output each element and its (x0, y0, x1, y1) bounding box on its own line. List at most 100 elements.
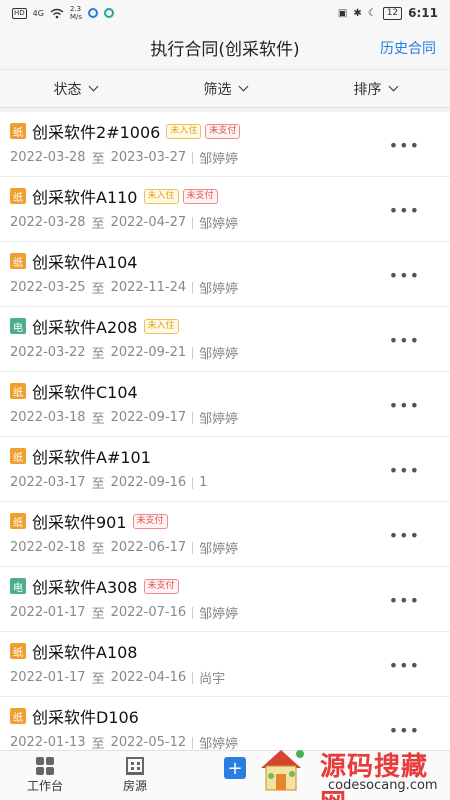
nav-workbench[interactable]: 工作台 (0, 751, 90, 800)
contract-type-badge: 纸 (10, 383, 26, 399)
contract-list-item[interactable]: 纸创采软件A108 2022-01-17 至 2022-04-16 尚宇 ••• (0, 632, 450, 697)
app-notification-icon (88, 8, 98, 18)
more-options-icon[interactable]: ••• (389, 461, 420, 480)
contract-agent-name: 邹婷婷 (199, 737, 239, 750)
contract-title-row: 纸创采软件A#101 (10, 445, 440, 467)
contract-start-date: 2022-03-28 (10, 215, 86, 230)
contract-list-item[interactable]: 纸创采软件901 未支付 2022-02-18 至 2022-06-17 邹婷婷 ••• (0, 502, 450, 567)
moon-icon: ☾ (367, 7, 377, 19)
contract-end-date: 2022-04-16 (110, 670, 187, 685)
contract-name: 创采软件901 (32, 513, 127, 532)
not-checked-in-status-tag: 未入住 (143, 188, 179, 204)
contract-list: 纸创采软件2#1006 未入住 未支付 2022-03-28 至 2023-03-27 邹婷… (0, 112, 450, 750)
contract-start-date: 2022-01-17 (10, 670, 86, 685)
more-options-icon[interactable]: ••• (389, 526, 420, 545)
more-options-icon[interactable]: ••• (389, 656, 420, 675)
building-icon (126, 757, 144, 775)
contract-name: 创采软件A#101 (32, 448, 151, 467)
contract-agent-name: 邹婷婷 (199, 282, 239, 297)
clock: 6:11 (408, 6, 438, 20)
speed-unit: M/s (69, 13, 82, 21)
contract-start-date: 2022-03-17 (10, 475, 86, 490)
date-range-separator: 至 (91, 607, 105, 622)
contract-meta-row: 2022-03-28 至 2022-04-27 邹婷婷 (10, 213, 440, 232)
contract-list-item[interactable]: 纸创采软件A104 2022-03-25 至 2022-11-24 邹婷婷 ••• (0, 242, 450, 307)
status-filter-dropdown[interactable]: 状态 (54, 79, 98, 99)
status-bar-left: HD 4G 2.3 M/s (12, 5, 114, 21)
divider (192, 736, 194, 749)
add-button[interactable]: + (224, 757, 246, 779)
contract-start-date: 2022-01-17 (10, 605, 86, 620)
more-options-icon[interactable]: ••• (389, 396, 420, 415)
contract-title-row: 电创采软件A208 未入住 (10, 315, 440, 337)
contract-list-item[interactable]: 纸创采软件C104 2022-03-18 至 2022-09-17 邹婷婷 ••• (0, 372, 450, 437)
sort-dropdown[interactable]: 排序 (354, 79, 398, 99)
contract-start-date: 2022-01-13 (10, 735, 86, 750)
contract-type-badge: 纸 (10, 708, 26, 724)
network-speed: 2.3 M/s (70, 5, 82, 21)
chevron-down-icon (388, 81, 398, 92)
page-title: 执行合同(创采软件) (150, 40, 300, 60)
divider (192, 346, 194, 359)
date-range-separator: 至 (91, 152, 105, 167)
contract-end-date: 2022-05-12 (110, 735, 187, 750)
status-bar-right: ▣ ✱ ☾ 12 6:11 (338, 6, 438, 20)
contract-end-date: 2022-09-21 (110, 345, 187, 360)
contract-name: 创采软件A110 (32, 188, 138, 207)
contract-meta-row: 2022-03-28 至 2023-03-27 邹婷婷 (10, 148, 440, 167)
contract-end-date: 2023-03-27 (110, 150, 187, 165)
nav-listings[interactable]: 房源 (90, 751, 180, 800)
divider (192, 541, 194, 554)
contract-list-item[interactable]: 纸创采软件A#101 2022-03-17 至 2022-09-16 1 ••• (0, 437, 450, 502)
contract-meta-row: 2022-03-17 至 2022-09-16 1 (10, 473, 440, 492)
more-options-icon[interactable]: ••• (389, 136, 420, 155)
contract-name: 创采软件A308 (32, 578, 138, 597)
more-options-icon[interactable]: ••• (389, 331, 420, 350)
battery-icon: 12 (382, 6, 403, 20)
contract-name: 创采软件A108 (32, 643, 138, 662)
filter-bar: 状态 筛选 排序 (0, 70, 450, 108)
contract-list-item[interactable]: 纸创采软件A110 未入住 未支付 2022-03-28 至 2022-04-27 邹婷婷 •… (0, 177, 450, 242)
contract-title-row: 纸创采软件D106 (10, 705, 440, 727)
hd-icon: HD (12, 7, 27, 19)
unpaid-status-tag: 未支付 (182, 188, 218, 204)
history-contracts-link[interactable]: 历史合同 (380, 38, 436, 58)
contract-end-date: 2022-09-16 (110, 475, 187, 490)
contract-agent-name: 邹婷婷 (199, 152, 239, 167)
app-notification-icon-2 (104, 8, 114, 18)
filter-dropdown[interactable]: 筛选 (203, 79, 248, 99)
contract-meta-row: 2022-01-17 至 2022-04-16 尚宇 (10, 668, 440, 687)
signal-icon: 4G (32, 8, 44, 18)
contract-list-item[interactable]: 电创采软件A208 未入住 2022-03-22 至 2022-09-21 邹婷婷 ••• (0, 307, 450, 372)
contract-list-item[interactable]: 电创采软件A308 未支付 2022-01-17 至 2022-07-16 邹婷婷 ••• (0, 567, 450, 632)
divider (192, 281, 194, 294)
contract-type-badge: 纸 (10, 448, 26, 464)
contract-meta-row: 2022-03-18 至 2022-09-17 邹婷婷 (10, 408, 440, 427)
divider (192, 216, 194, 229)
wifi-icon (50, 8, 64, 18)
date-range-separator: 至 (91, 217, 105, 232)
contract-type-badge: 纸 (10, 253, 26, 269)
more-options-icon[interactable]: ••• (389, 266, 420, 285)
chevron-down-icon (88, 81, 98, 92)
contract-agent-name: 邹婷婷 (199, 347, 239, 362)
divider (192, 476, 194, 489)
more-options-icon[interactable]: ••• (389, 591, 420, 610)
contract-list-item[interactable]: 纸创采软件2#1006 未入住 未支付 2022-03-28 至 2023-03-27 邹婷… (0, 112, 450, 177)
contract-end-date: 2022-04-27 (110, 215, 187, 230)
nfc-icon: ▣ (337, 7, 348, 19)
contract-type-badge: 电 (10, 318, 26, 334)
contract-title-row: 纸创采软件901 未支付 (10, 510, 440, 532)
divider (192, 671, 194, 684)
contract-meta-row: 2022-03-22 至 2022-09-21 邹婷婷 (10, 343, 440, 362)
filter-label: 筛选 (203, 81, 232, 98)
watermark-subtitle: codesocang.com (328, 778, 438, 793)
contract-title-row: 电创采软件A308 未支付 (10, 575, 440, 597)
contract-agent-name: 邹婷婷 (199, 542, 239, 557)
contract-type-badge: 纸 (10, 188, 26, 204)
contract-end-date: 2022-09-17 (110, 410, 187, 425)
more-options-icon[interactable]: ••• (389, 721, 420, 740)
date-range-separator: 至 (91, 347, 105, 362)
more-options-icon[interactable]: ••• (389, 201, 420, 220)
contract-agent-name: 尚宇 (199, 672, 226, 687)
